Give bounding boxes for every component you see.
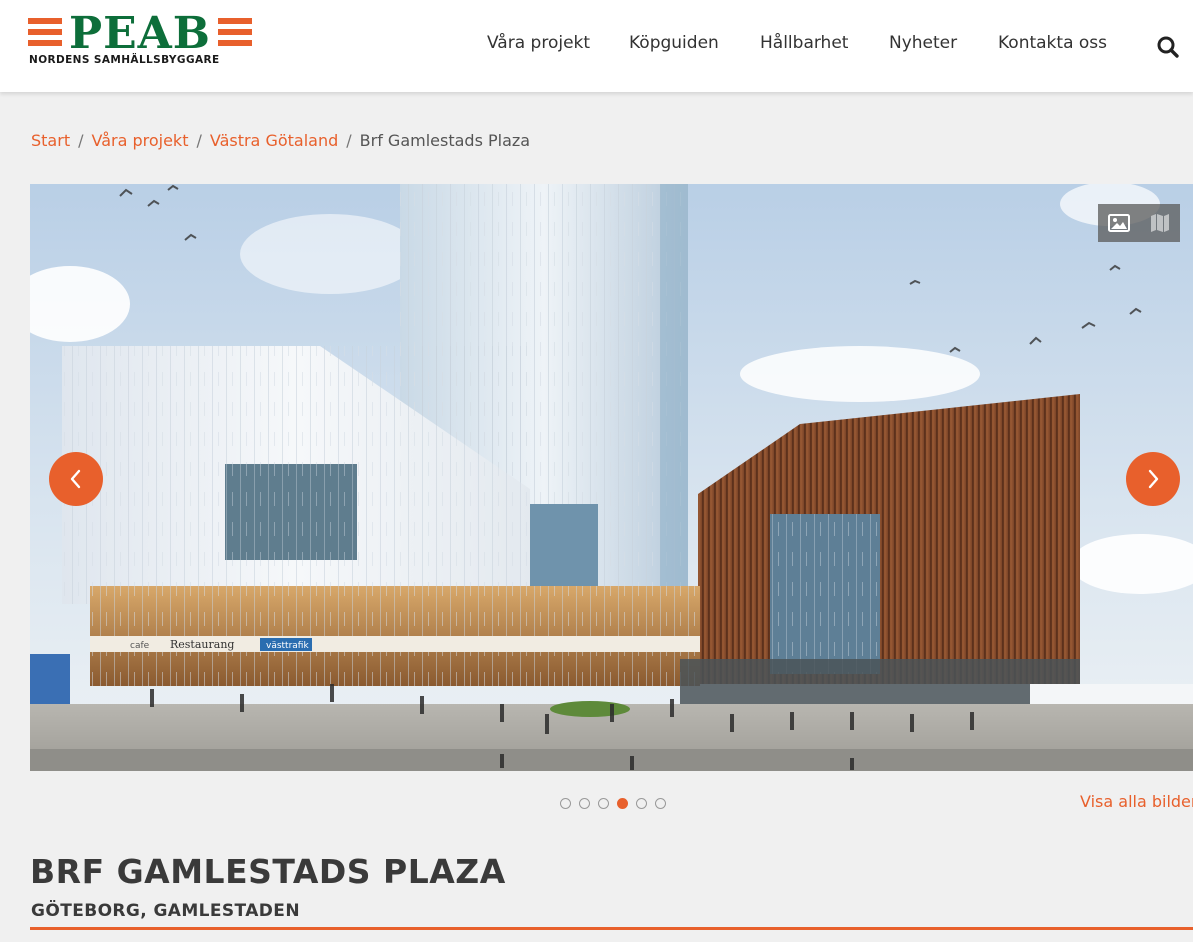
breadcrumb-item-start[interactable]: Start bbox=[31, 131, 70, 150]
carousel-next-button[interactable] bbox=[1126, 452, 1180, 506]
carousel-dot[interactable] bbox=[636, 798, 647, 809]
show-all-images-link[interactable]: Visa alla bilder bbox=[1080, 792, 1193, 811]
carousel-dot[interactable] bbox=[579, 798, 590, 809]
breadcrumb-separator: / bbox=[196, 131, 202, 150]
chevron-right-icon bbox=[1148, 469, 1159, 489]
carousel-dot[interactable] bbox=[617, 798, 628, 809]
image-icon bbox=[1107, 214, 1130, 232]
breadcrumb-item-vara-projekt[interactable]: Våra projekt bbox=[91, 131, 188, 150]
chevron-left-icon bbox=[70, 469, 81, 489]
breadcrumb-item-vastra-gotaland[interactable]: Västra Götaland bbox=[210, 131, 338, 150]
nav-item-hallbarhet[interactable]: Hållbarhet bbox=[760, 33, 848, 53]
nav-item-vara-projekt[interactable]: Våra projekt bbox=[487, 33, 590, 53]
restaurant-sign: Restaurang bbox=[170, 638, 234, 651]
image-carousel[interactable]: cafe Restaurang västtrafik bbox=[30, 184, 1193, 771]
carousel-dots bbox=[560, 798, 666, 809]
view-toggle bbox=[1098, 204, 1180, 242]
breadcrumb-current: Brf Gamlestads Plaza bbox=[359, 131, 531, 150]
nav-item-nyheter[interactable]: Nyheter bbox=[889, 33, 957, 53]
breadcrumb: Start / Våra projekt / Västra Götaland / Brf G… bbox=[31, 131, 530, 150]
project-title: BRF GAMLESTADS PLAZA bbox=[30, 852, 506, 891]
site-header: PEAB NORDENS SAMHÄLLSBYGGARE Våra projek… bbox=[0, 0, 1193, 92]
title-divider bbox=[30, 927, 1193, 930]
carousel-prev-button[interactable] bbox=[49, 452, 103, 506]
map-view-button[interactable] bbox=[1139, 204, 1180, 242]
project-rendering-image: cafe Restaurang västtrafik bbox=[30, 184, 1193, 771]
carousel-dot[interactable] bbox=[598, 798, 609, 809]
carousel-dot[interactable] bbox=[655, 798, 666, 809]
map-icon bbox=[1150, 214, 1169, 232]
carousel-dot[interactable] bbox=[560, 798, 571, 809]
transit-sign: västtrafik bbox=[266, 641, 309, 651]
breadcrumb-separator: / bbox=[346, 131, 352, 150]
search-icon[interactable] bbox=[1156, 35, 1180, 59]
breadcrumb-separator: / bbox=[78, 131, 84, 150]
nav-item-kontakta-oss[interactable]: Kontakta oss bbox=[998, 33, 1107, 53]
nav-item-kopguiden[interactable]: Köpguiden bbox=[629, 33, 719, 53]
cafe-sign: cafe bbox=[130, 641, 150, 651]
image-view-button[interactable] bbox=[1098, 204, 1139, 242]
main-nav: Våra projekt Köpguiden Hållbarhet Nyhete… bbox=[0, 0, 1193, 92]
project-location: GÖTEBORG, GAMLESTADEN bbox=[31, 901, 300, 921]
